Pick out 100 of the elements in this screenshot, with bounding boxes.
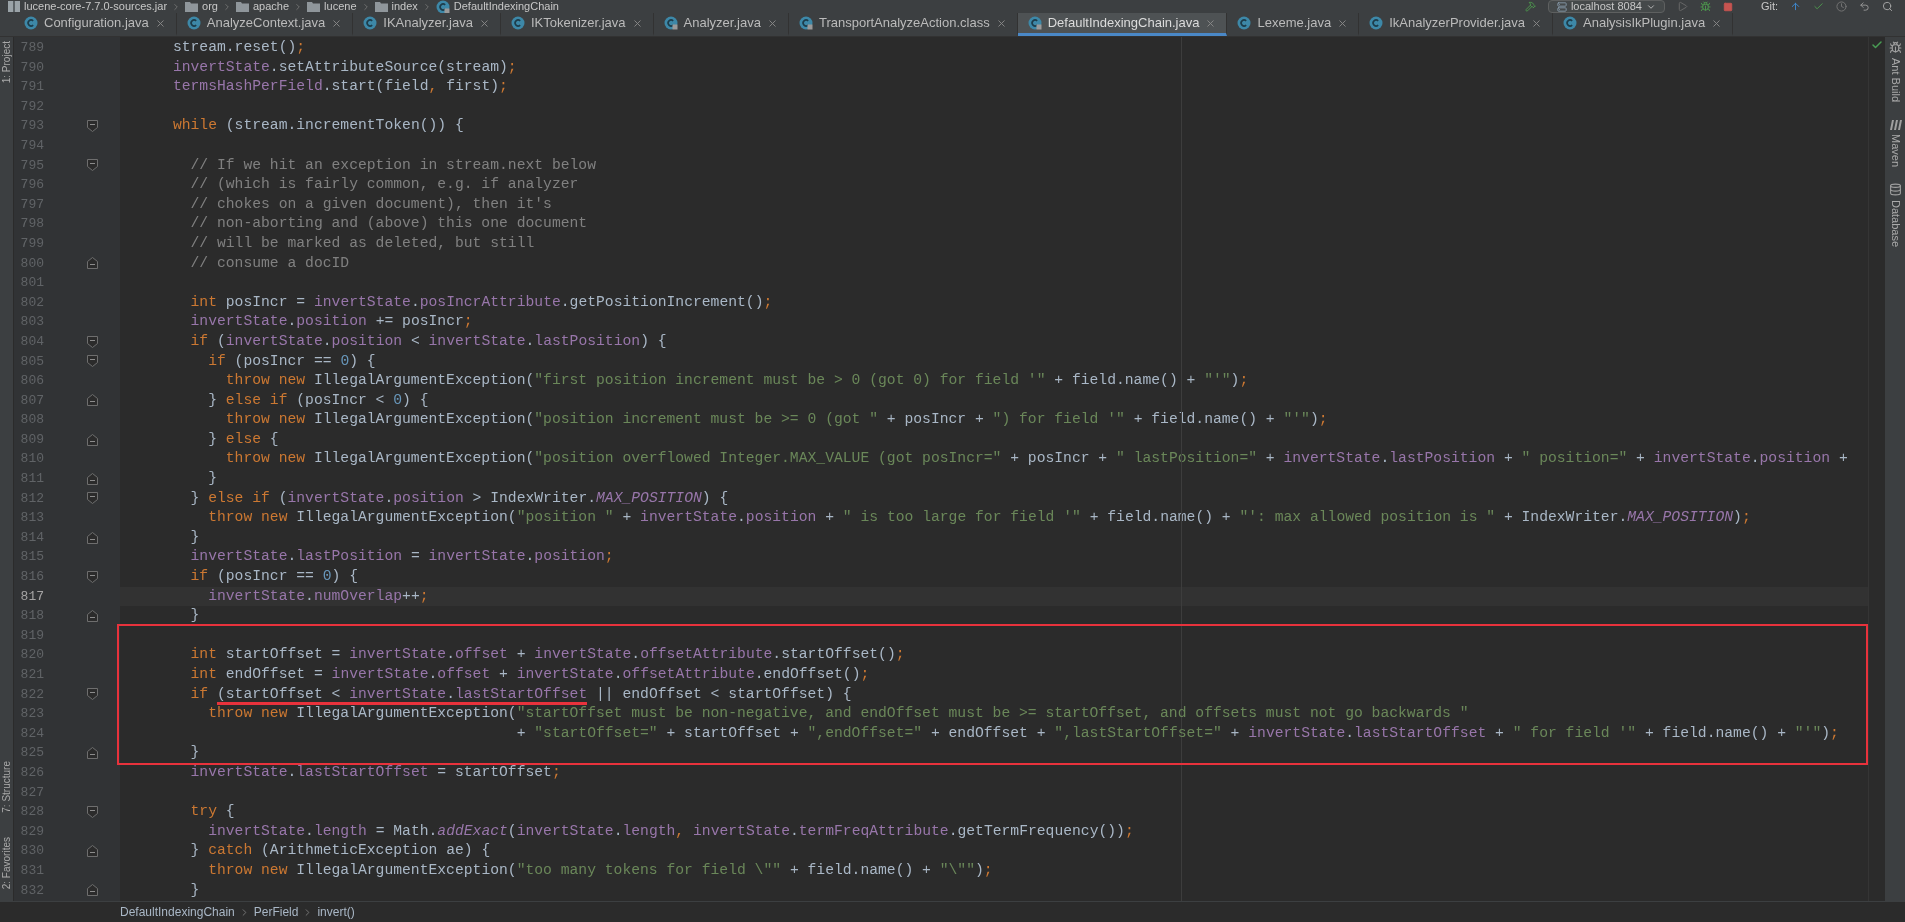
class-icon [186, 16, 201, 30]
editor-tab[interactable]: IKAnalyzer.java [353, 13, 501, 36]
code-line: throw new IllegalArgumentException("too many tokens for field \"" + field.name() + "\""); [207, 861, 993, 878]
breadcrumb-item[interactable]: DefaultIndexingChain [453, 0, 559, 13]
code-line: } [189, 881, 200, 898]
breadcrumb-item[interactable]: lucene [324, 0, 357, 13]
database-icon [1888, 183, 1902, 197]
code-line: // chokes on a given document), then it's [189, 195, 552, 212]
class-icon [510, 16, 525, 30]
code-line: int posIncr = invertState.posIncrAttribute.getPositionIncrement(); [189, 293, 773, 310]
breadcrumb-item[interactable]: invert() [317, 903, 355, 921]
editor-tab[interactable]: AnalysisIkPlugin.java [1553, 13, 1734, 36]
unfold-marker-icon[interactable] [86, 884, 98, 897]
commit-icon[interactable] [1813, 1, 1824, 12]
close-icon[interactable] [1531, 17, 1543, 29]
code-line: try { [189, 803, 235, 820]
update-icon[interactable] [1790, 1, 1801, 12]
locked-class-icon [663, 16, 678, 30]
check-icon [1871, 39, 1883, 51]
tool-window-tab[interactable]: Database [1888, 200, 1902, 248]
fold-marker-icon[interactable] [86, 688, 98, 701]
unfold-marker-icon[interactable] [86, 747, 98, 760]
close-icon[interactable] [995, 17, 1007, 29]
code-line: } else { [207, 430, 279, 447]
code-line: } [207, 470, 217, 487]
tool-window-tab[interactable]: 7: Structure [0, 761, 13, 813]
slanted-bars-icon [1888, 118, 1902, 131]
unfold-marker-icon[interactable] [86, 433, 98, 446]
close-icon[interactable] [331, 17, 343, 29]
code-line: // non-aborting and (above) this one document [189, 215, 588, 232]
fold-marker-icon[interactable] [86, 120, 98, 133]
fold-marker-icon[interactable] [86, 492, 98, 505]
unfold-marker-icon[interactable] [86, 531, 98, 544]
history-icon[interactable] [1836, 1, 1847, 12]
locked-class-icon [435, 0, 450, 14]
editor-tab[interactable]: IkAnalyzerProvider.java [1359, 13, 1554, 36]
class-icon [24, 16, 38, 30]
editor-tab[interactable]: TransportAnalyzeAction.class [788, 13, 1018, 36]
close-icon[interactable] [1711, 17, 1723, 29]
code-line: // will be marked as deleted, but still [189, 234, 535, 251]
code-line: // consume a docID [189, 254, 350, 271]
server-icon [1556, 1, 1567, 12]
code-line: if (startOffset < invertState.lastStartOffset || endOffset < startOffset) { [120, 685, 852, 705]
code-line: throw new IllegalArgumentException("startOffset must be non-negative, and endOffset must be >= startOffset, and offsets must not go backwards " [207, 705, 1469, 722]
code-line: } else if (posIncr < 0) { [207, 391, 429, 408]
breadcrumb-item[interactable]: lucene-core-7.7.0-sources.jar [24, 0, 168, 13]
code-line: } [189, 607, 200, 624]
code-line: throw new IllegalArgumentException("position " + invertState.position + " is too large for field '" + field.name() + "': max allowed position is " + IndexWriter.MAX_POSITION); [207, 509, 1751, 526]
revert-icon[interactable] [1859, 1, 1870, 12]
fold-marker-icon[interactable] [86, 159, 98, 172]
close-icon[interactable] [766, 17, 778, 29]
fold-marker-icon[interactable] [86, 335, 98, 348]
breadcrumb-item[interactable]: PerField [253, 903, 299, 921]
search-icon[interactable] [1882, 1, 1893, 12]
editor-tab[interactable]: DefaultIndexingChain.java [1017, 13, 1228, 36]
debug-icon[interactable] [1699, 1, 1711, 12]
unfold-marker-icon[interactable] [86, 394, 98, 407]
class-icon [1563, 16, 1578, 30]
class-icon [1237, 16, 1252, 30]
unfold-marker-icon[interactable] [86, 845, 98, 858]
code-line: while (stream.incrementToken()) { [171, 117, 464, 134]
code-line: invertState.lastStartOffset = startOffset; [189, 763, 561, 780]
close-icon[interactable] [1337, 17, 1349, 29]
code-line: int endOffset = invertState.offset + invertState.offsetAttribute.endOffset(); [189, 666, 870, 682]
close-icon[interactable] [154, 17, 166, 29]
vcs-label: Git: [1760, 0, 1778, 13]
fold-marker-icon[interactable] [86, 570, 98, 583]
locked-class-icon [798, 16, 813, 30]
code-line: if (posIncr == 0) { [207, 352, 376, 369]
breadcrumb-item[interactable]: apache [253, 0, 290, 13]
editor-tab[interactable]: AnalyzeContext.java [176, 13, 354, 36]
breadcrumb-item[interactable]: DefaultIndexingChain [120, 903, 235, 921]
unfold-marker-icon[interactable] [86, 257, 98, 270]
close-icon[interactable] [631, 17, 643, 29]
code-line: throw new IllegalArgumentException("position overflowed Integer.MAX_VALUE (got posIncr=" + posIncr + " lastPosition=" + invertState.lastPosition + " position=" + invertState.position + [224, 450, 1848, 467]
class-icon [1369, 16, 1384, 30]
tool-window-tab[interactable]: Ant Build [1888, 58, 1902, 103]
close-icon[interactable] [1205, 17, 1217, 29]
stop-icon[interactable] [1722, 1, 1733, 12]
fold-marker-icon[interactable] [86, 355, 98, 368]
editor-tab[interactable]: Lexeme.java [1227, 13, 1360, 36]
tool-window-tab[interactable]: 2: Favorites [0, 836, 13, 889]
hammer-icon[interactable] [1524, 1, 1536, 12]
code-line: + "startOffset=" + startOffset + ",endOffset=" + endOffset + ",lastStartOffset=" + invertState.lastStartOffset + " for field '" + field.name() + "'"); [515, 724, 1839, 741]
editor-tab[interactable]: IKTokenizer.java [500, 13, 654, 36]
breadcrumb-item[interactable]: org [202, 0, 218, 13]
archive-icon [8, 1, 20, 12]
breadcrumb-item[interactable]: index [391, 0, 418, 13]
code-line: if (invertState.position < invertState.lastPosition) { [189, 332, 667, 349]
editor-tab[interactable]: Analyzer.java [653, 13, 789, 36]
run-config-dropdown[interactable]: localhost 8084 [1547, 0, 1665, 13]
chevron-icon [222, 1, 232, 12]
fold-marker-icon[interactable] [86, 805, 98, 818]
code-line: invertState.numOverlap++; [207, 587, 429, 604]
unfold-marker-icon[interactable] [86, 472, 98, 485]
close-icon[interactable] [478, 17, 490, 29]
tool-window-tab[interactable]: 1: Project [0, 41, 13, 84]
unfold-marker-icon[interactable] [86, 610, 98, 622]
tool-window-tab[interactable]: Maven [1888, 134, 1902, 168]
editor-tab[interactable]: Configuration.java [14, 13, 177, 36]
